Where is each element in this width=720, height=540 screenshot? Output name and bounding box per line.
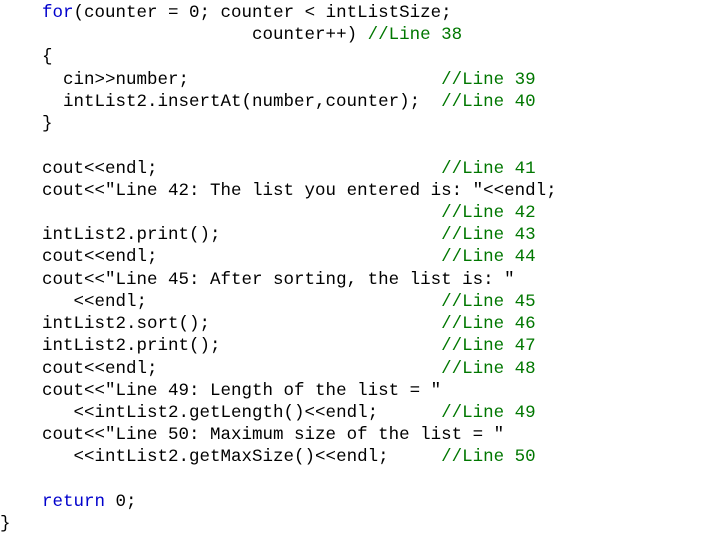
code-line: }: [0, 114, 53, 134]
code-line: intList2.print(); //Line 43: [0, 225, 536, 245]
code-line: intList2.sort(); //Line 46: [0, 314, 536, 334]
code-line: cin>>number; //Line 39: [0, 70, 536, 90]
code-line: {: [0, 47, 53, 67]
code-line: for(counter = 0; counter < intListSize;: [0, 3, 452, 23]
code-line: return 0;: [0, 492, 137, 512]
code-line: counter++) //Line 38: [0, 25, 462, 45]
blank-line: [0, 470, 11, 490]
code-line: <<intList2.getLength()<<endl; //Line 49: [0, 403, 536, 423]
code-line: intList2.print(); //Line 47: [0, 336, 536, 356]
code-line: //Line 42: [0, 203, 536, 223]
code-line: cout<<endl; //Line 48: [0, 359, 536, 379]
code-line: }: [0, 514, 11, 534]
code-line: cout<<endl; //Line 41: [0, 159, 536, 179]
code-line: cout<<"Line 42: The list you entered is:…: [0, 181, 557, 201]
code-line: <<endl; //Line 45: [0, 292, 536, 312]
code-line: cout<<"Line 45: After sorting, the list …: [0, 270, 515, 290]
code-line: cout<<"Line 50: Maximum size of the list…: [0, 425, 504, 445]
code-line: cout<<"Line 49: Length of the list = ": [0, 381, 441, 401]
code-line: cout<<endl; //Line 44: [0, 247, 536, 267]
code-line: intList2.insertAt(number,counter); //Lin…: [0, 92, 536, 112]
code-block: for(counter = 0; counter < intListSize; …: [0, 0, 720, 535]
code-line: <<intList2.getMaxSize()<<endl; //Line 50: [0, 447, 536, 467]
blank-line: [0, 136, 11, 156]
